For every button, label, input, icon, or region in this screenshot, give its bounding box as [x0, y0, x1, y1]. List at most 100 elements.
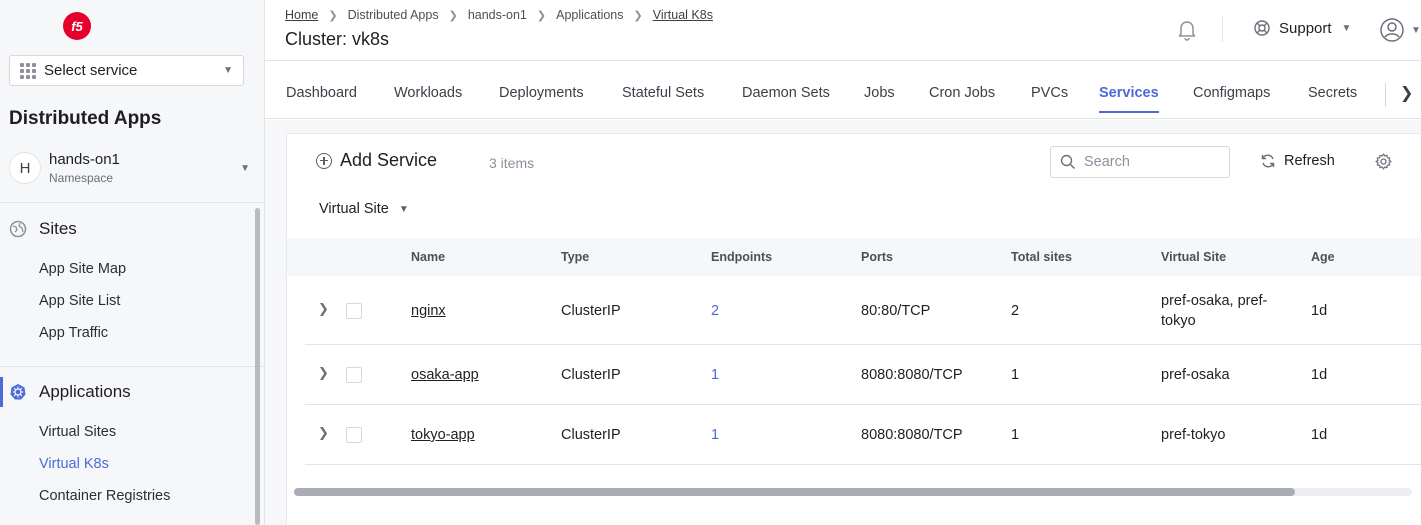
total-sites: 1: [1011, 427, 1020, 443]
sidebar-item-app-traffic[interactable]: App Traffic: [39, 325, 108, 341]
refresh-icon: [1261, 154, 1275, 168]
virtual-site-filter[interactable]: Virtual Site ▼: [319, 201, 409, 217]
tab-workloads[interactable]: Workloads: [394, 85, 462, 101]
sidebar-item-app-site-list[interactable]: App Site List: [39, 293, 120, 309]
service-name-link[interactable]: osaka-app: [411, 365, 479, 385]
apps-grid-icon: [20, 62, 36, 79]
f5-logo[interactable]: f5: [63, 12, 91, 40]
virtual-site-line1: pref-osaka, pref-: [1161, 293, 1268, 309]
service-type: ClusterIP: [561, 303, 621, 319]
tab-dashboard[interactable]: Dashboard: [286, 85, 357, 101]
sidebar-item-container-registries[interactable]: Container Registries: [39, 488, 170, 504]
chevron-right-icon: ❯: [328, 9, 338, 22]
virtual-site: pref-osaka: [1161, 367, 1230, 383]
column-header-ports[interactable]: Ports: [861, 250, 893, 264]
tab-secrets[interactable]: Secrets: [1308, 85, 1357, 101]
service-selector[interactable]: Select service ▼: [9, 55, 244, 86]
tab-services[interactable]: Services: [1099, 85, 1159, 113]
table-row[interactable]: ❯ nginx ClusterIP 2 80:80/TCP 2 pref-osa…: [305, 276, 1421, 345]
breadcrumb-home[interactable]: Home: [285, 8, 318, 22]
column-header-age[interactable]: Age: [1311, 250, 1335, 264]
chevron-right-icon[interactable]: ❯: [1400, 83, 1413, 103]
active-group-indicator: [0, 377, 3, 407]
refresh-button[interactable]: Refresh: [1260, 153, 1335, 169]
column-header-type[interactable]: Type: [561, 250, 589, 264]
tab-stateful-sets[interactable]: Stateful Sets: [622, 85, 704, 101]
gear-icon[interactable]: [1375, 153, 1392, 175]
service-age: 1d: [1311, 427, 1328, 443]
tab-jobs[interactable]: Jobs: [864, 85, 895, 101]
namespace-name: hands-on1: [49, 151, 120, 168]
search-field[interactable]: [1050, 146, 1230, 178]
column-header-endpoints[interactable]: Endpoints: [711, 250, 772, 264]
chevron-right-icon[interactable]: ❯: [318, 365, 329, 381]
sidebar: f5 Select service ▼ Distributed Apps H h…: [0, 0, 265, 525]
service-ports: 8080:8080/TCP: [861, 367, 963, 383]
breadcrumb-virtual-k8s[interactable]: Virtual K8s: [653, 8, 713, 22]
refresh-label: Refresh: [1284, 153, 1335, 169]
search-icon: [1060, 154, 1075, 169]
add-service-button[interactable]: Add Service: [316, 150, 437, 171]
sidebar-scrollbar[interactable]: [255, 208, 260, 525]
sidebar-item-virtual-k8s[interactable]: Virtual K8s: [39, 456, 109, 472]
breadcrumb: Home ❯ Distributed Apps ❯ hands-on1 ❯ Ap…: [285, 8, 713, 22]
table-row[interactable]: ❯ tokyo-app ClusterIP 1 8080:8080/TCP 1 …: [305, 405, 1421, 465]
breadcrumb-distributed-apps: Distributed Apps: [347, 8, 439, 22]
sidebar-group-applications[interactable]: Applications: [9, 382, 131, 402]
tab-pvcs[interactable]: PVCs: [1031, 85, 1068, 101]
row-checkbox[interactable]: [346, 427, 362, 443]
service-name-link[interactable]: nginx: [411, 301, 446, 321]
chevron-down-icon: ▼: [240, 162, 250, 174]
horizontal-scrollbar-thumb[interactable]: [294, 488, 1295, 496]
sidebar-divider: [0, 202, 264, 203]
tab-daemon-sets[interactable]: Daemon Sets: [742, 85, 830, 101]
row-checkbox[interactable]: [346, 367, 362, 383]
table-row[interactable]: ❯ osaka-app ClusterIP 1 8080:8080/TCP 1 …: [305, 345, 1421, 405]
namespace-label: Namespace: [49, 171, 114, 185]
lifebuoy-icon: [1254, 20, 1270, 36]
total-sites: 1: [1011, 367, 1020, 383]
sidebar-item-app-site-map[interactable]: App Site Map: [39, 261, 126, 277]
sidebar-group-label: Sites: [39, 219, 77, 238]
endpoints-link[interactable]: 2: [711, 301, 719, 321]
bell-icon[interactable]: [1175, 17, 1199, 41]
service-name-link[interactable]: tokyo-app: [411, 425, 475, 445]
section-title: Distributed Apps: [9, 108, 162, 129]
column-header-name[interactable]: Name: [411, 250, 445, 264]
sidebar-group-label: Applications: [39, 382, 131, 401]
chevron-right-icon[interactable]: ❯: [318, 301, 329, 317]
tab-deployments[interactable]: Deployments: [499, 85, 584, 101]
support-label: Support: [1279, 19, 1332, 37]
tab-configmaps[interactable]: Configmaps: [1193, 85, 1270, 101]
total-sites: 2: [1011, 303, 1020, 319]
plus-circle-icon: [316, 152, 332, 169]
tab-cron-jobs[interactable]: Cron Jobs: [929, 85, 995, 101]
table-header: Name Type Endpoints Ports Total sites Vi…: [287, 238, 1421, 276]
add-service-label: Add Service: [340, 150, 438, 170]
namespace-selector[interactable]: H hands-on1 Namespace ▼: [9, 146, 256, 190]
sidebar-divider: [0, 366, 264, 367]
service-ports: 80:80/TCP: [861, 303, 931, 319]
service-selector-label: Select service: [44, 62, 138, 79]
breadcrumb-applications: Applications: [556, 8, 624, 22]
search-input[interactable]: [1084, 154, 1214, 170]
sidebar-item-virtual-sites[interactable]: Virtual Sites: [39, 424, 116, 440]
sidebar-group-sites[interactable]: Sites: [9, 219, 77, 239]
row-checkbox[interactable]: [346, 303, 362, 319]
page-title: Cluster: vk8s: [285, 29, 390, 49]
chevron-down-icon: ▼: [1411, 24, 1421, 36]
support-menu[interactable]: Support ▼: [1253, 19, 1351, 37]
virtual-site-line2: tokyo: [1161, 313, 1196, 329]
endpoints-link[interactable]: 1: [711, 425, 719, 445]
user-icon: [1380, 18, 1404, 42]
user-menu[interactable]: ▼: [1379, 17, 1421, 43]
chevron-down-icon: ▼: [1341, 22, 1352, 34]
kubernetes-icon: [9, 383, 27, 401]
endpoints-link[interactable]: 1: [711, 365, 719, 385]
column-header-virtual-site[interactable]: Virtual Site: [1161, 250, 1226, 264]
virtual-site-filter-label: Virtual Site: [319, 201, 389, 217]
chevron-right-icon[interactable]: ❯: [318, 425, 329, 441]
service-type: ClusterIP: [561, 427, 621, 443]
column-header-total-sites[interactable]: Total sites: [1011, 250, 1072, 264]
namespace-avatar: H: [9, 152, 41, 184]
